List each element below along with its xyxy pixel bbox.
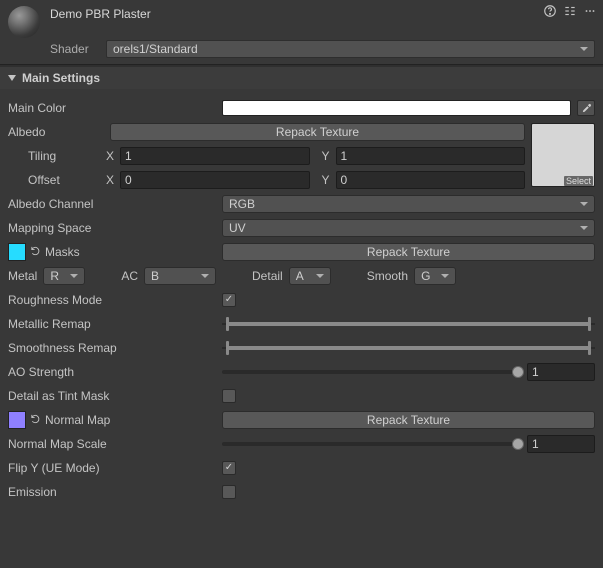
metallic-remap-range[interactable] [222, 315, 595, 333]
repack-texture-normal-button[interactable]: Repack Texture [222, 411, 595, 429]
albedo-label: Albedo [8, 125, 104, 139]
preset-icon[interactable] [563, 4, 577, 21]
help-icon[interactable] [543, 4, 557, 21]
tiling-x-field[interactable]: 1 [120, 147, 310, 165]
ao-strength-field[interactable]: 1 [527, 363, 595, 381]
roughness-mode-checkbox[interactable] [222, 293, 236, 307]
texture-select-label: Select [564, 176, 593, 186]
roughness-mode-label: Roughness Mode [8, 293, 216, 307]
shader-label: Shader [50, 42, 94, 56]
tiling-label: Tiling [8, 149, 94, 163]
eyedropper-button[interactable] [577, 100, 595, 116]
offset-x-label: X [100, 173, 114, 187]
flip-y-checkbox[interactable] [222, 461, 236, 475]
main-color-swatch[interactable] [222, 100, 571, 116]
metal-label: Metal [8, 269, 37, 283]
mapping-space-dropdown[interactable]: UV [222, 219, 595, 237]
smoothness-remap-range[interactable] [222, 339, 595, 357]
normal-scale-field[interactable]: 1 [527, 435, 595, 453]
metallic-remap-label: Metallic Remap [8, 317, 216, 331]
detail-label: Detail [252, 269, 283, 283]
material-header: Demo PBR Plaster [0, 0, 603, 40]
offset-y-field[interactable]: 0 [336, 171, 526, 189]
emission-checkbox[interactable] [222, 485, 236, 499]
ac-label: AC [121, 269, 138, 283]
normal-scale-label: Normal Map Scale [8, 437, 216, 451]
mapping-space-label: Mapping Space [8, 221, 216, 235]
menu-icon[interactable] [583, 4, 597, 21]
section-header-main-settings[interactable]: Main Settings [0, 67, 603, 89]
masks-label: Masks [45, 245, 80, 259]
shader-dropdown[interactable]: orels1/Standard [106, 40, 595, 58]
normal-scale-slider[interactable] [222, 435, 521, 453]
offset-x-field[interactable]: 0 [120, 171, 310, 189]
albedo-texture-slot[interactable]: Select [531, 123, 595, 187]
repack-texture-albedo-button[interactable]: Repack Texture [110, 123, 525, 141]
tiling-y-field[interactable]: 1 [336, 147, 526, 165]
normal-color-swatch[interactable] [8, 411, 26, 429]
offset-y-label: Y [316, 173, 330, 187]
offset-label: Offset [8, 173, 94, 187]
ao-strength-slider[interactable] [222, 363, 521, 381]
smooth-label: Smooth [367, 269, 408, 283]
emission-label: Emission [8, 485, 216, 499]
metal-channel-dropdown[interactable]: R [43, 267, 85, 285]
repack-texture-masks-button[interactable]: Repack Texture [222, 243, 595, 261]
material-preview-sphere [8, 6, 40, 38]
detail-tint-label: Detail as Tint Mask [8, 389, 216, 403]
flip-y-label: Flip Y (UE Mode) [8, 461, 216, 475]
reset-icon[interactable] [30, 245, 41, 259]
material-title: Demo PBR Plaster [50, 6, 597, 21]
foldout-arrow-icon [8, 75, 16, 81]
tiling-x-label: X [100, 149, 114, 163]
main-color-label: Main Color [8, 101, 216, 115]
tiling-y-label: Y [316, 149, 330, 163]
detail-tint-checkbox[interactable] [222, 389, 236, 403]
section-title: Main Settings [22, 71, 100, 85]
reset-icon[interactable] [30, 413, 41, 427]
shader-value: orels1/Standard [113, 42, 198, 56]
detail-channel-dropdown[interactable]: A [289, 267, 331, 285]
masks-color-swatch[interactable] [8, 243, 26, 261]
ao-strength-label: AO Strength [8, 365, 216, 379]
smooth-channel-dropdown[interactable]: G [414, 267, 456, 285]
normal-map-label: Normal Map [45, 413, 110, 427]
smoothness-remap-label: Smoothness Remap [8, 341, 216, 355]
albedo-channel-label: Albedo Channel [8, 197, 216, 211]
ac-channel-dropdown[interactable]: B [144, 267, 216, 285]
albedo-channel-dropdown[interactable]: RGB [222, 195, 595, 213]
